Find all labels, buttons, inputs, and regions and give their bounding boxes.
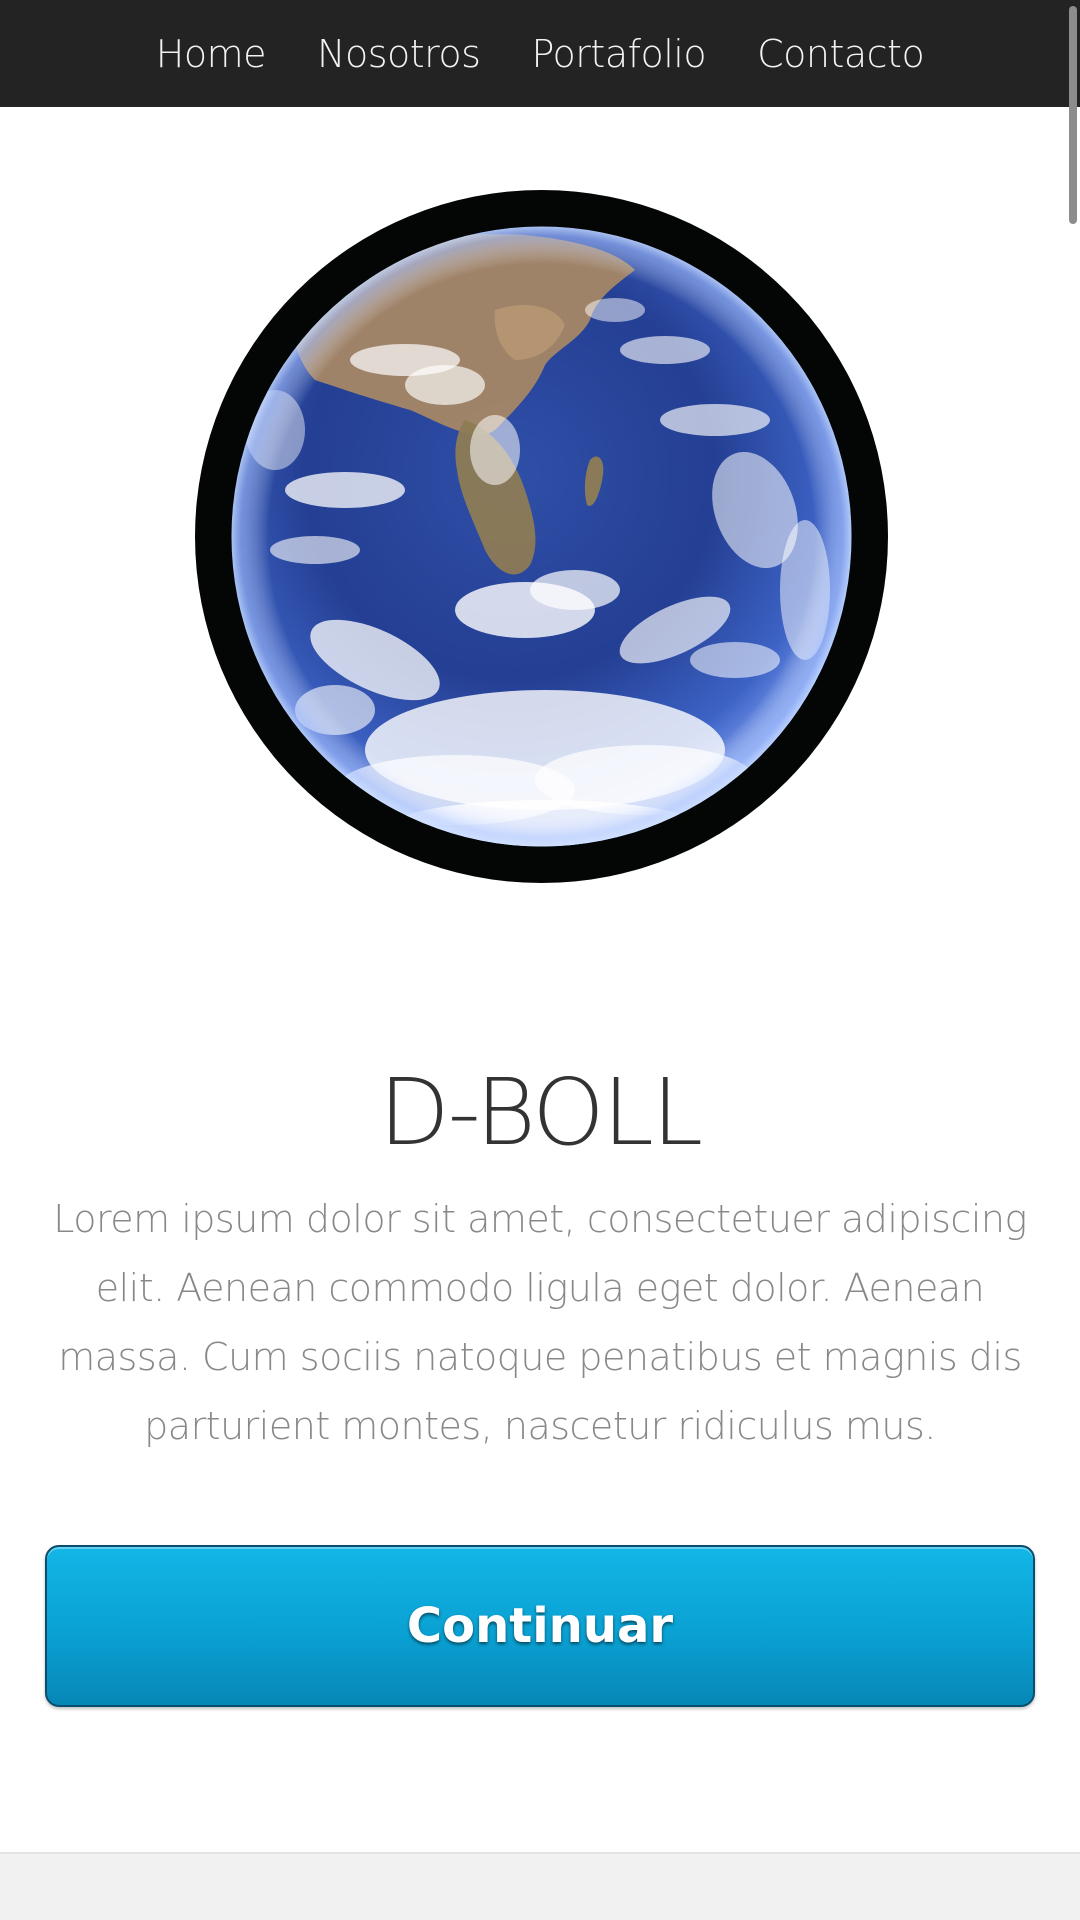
nav-link-home[interactable]: Home bbox=[156, 35, 267, 73]
footer-strip bbox=[0, 1852, 1080, 1920]
top-navbar: Home Nosotros Portafolio Contacto bbox=[0, 0, 1080, 107]
nav-link-nosotros[interactable]: Nosotros bbox=[317, 35, 481, 73]
nav-link-portafolio[interactable]: Portafolio bbox=[531, 35, 706, 73]
page-scrollbar[interactable] bbox=[1066, 0, 1080, 1920]
continue-button-label: Continuar bbox=[406, 1598, 674, 1654]
hero-description: Lorem ipsum dolor sit amet, consectetuer… bbox=[53, 1197, 1027, 1448]
page-title: D-BOLL bbox=[378, 1058, 703, 1166]
scrollbar-thumb[interactable] bbox=[1069, 6, 1077, 224]
nav-link-contacto[interactable]: Contacto bbox=[757, 35, 925, 73]
earth-globe-image bbox=[195, 190, 888, 883]
continue-button[interactable]: Continuar bbox=[45, 1545, 1035, 1707]
